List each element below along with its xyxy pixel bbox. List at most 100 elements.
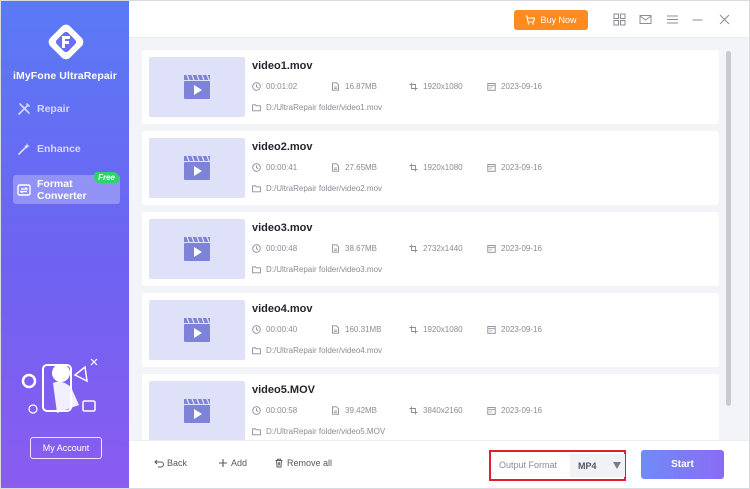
app-name: iMyFone UltraRepair xyxy=(12,70,117,82)
dropdown-arrow-icon xyxy=(613,462,621,469)
mail-icon[interactable] xyxy=(639,13,652,26)
output-format-group: Output Format MP4 xyxy=(489,450,626,481)
sidebar: iMyFone UltraRepair Repair Enhance Forma… xyxy=(1,1,129,488)
file-duration-value: 00:00:40 xyxy=(266,325,298,334)
file-path-value: D:/UltraRepair folder/video5.MOV xyxy=(266,427,386,436)
resolution-icon xyxy=(409,325,418,334)
close-icon[interactable] xyxy=(718,13,731,26)
add-label: Add xyxy=(231,458,248,468)
file-resolution-value: 3840x2160 xyxy=(423,406,463,415)
file-resolution: 1920x1080 xyxy=(409,325,463,334)
file-size-icon xyxy=(332,82,339,91)
video-file-card[interactable]: video2.mov 00:00:41 27.65MB 1920x1080 2023-0… xyxy=(142,131,719,205)
file-size-icon xyxy=(332,244,339,253)
calendar-icon xyxy=(487,326,496,334)
file-duration-value: 00:01:02 xyxy=(266,82,298,91)
video-thumbnail xyxy=(149,219,245,279)
file-size-value: 160.31MB xyxy=(345,325,382,334)
calendar-icon xyxy=(487,407,496,415)
file-name: video5.MOV xyxy=(252,384,315,396)
file-list: video1.mov 00:01:02 16.87MB 1920x1080 2023-0… xyxy=(129,38,749,440)
file-date: 2023-09-16 xyxy=(487,244,542,253)
trash-icon xyxy=(275,458,283,468)
video-thumbnail xyxy=(149,138,245,198)
video-file-card[interactable]: video4.mov 00:00:40 160.31MB 1920x1080 2023-… xyxy=(142,293,719,367)
file-duration: 00:00:40 xyxy=(252,325,297,334)
buy-now-button[interactable]: Buy Now xyxy=(514,10,588,30)
output-format-select[interactable]: MP4 xyxy=(570,454,625,477)
file-duration: 00:01:02 xyxy=(252,82,297,91)
sidebar-item-format-converter[interactable]: Format Converter Free xyxy=(13,172,120,204)
back-button[interactable]: Back xyxy=(154,458,187,468)
plus-icon xyxy=(219,459,227,467)
folder-icon xyxy=(252,347,261,355)
video-thumbnail-icon xyxy=(184,74,210,99)
sidebar-item-label: Enhance xyxy=(37,143,81,155)
file-resolution-value: 1920x1080 xyxy=(423,163,463,172)
calendar-icon xyxy=(487,245,496,253)
video-file-card[interactable]: video1.mov 00:01:02 16.87MB 1920x1080 2023-0… xyxy=(142,50,719,124)
file-size-icon xyxy=(332,325,339,334)
file-name: video3.mov xyxy=(252,222,313,234)
convert-icon xyxy=(17,183,31,196)
resolution-icon xyxy=(409,163,418,172)
free-badge: Free xyxy=(94,172,119,183)
grid-icon[interactable] xyxy=(613,13,626,26)
back-arrow-icon xyxy=(154,459,164,468)
sidebar-item-label: Repair xyxy=(37,103,70,115)
file-resolution-value: 1920x1080 xyxy=(423,325,463,334)
calendar-icon xyxy=(487,164,496,172)
video-thumbnail xyxy=(149,57,245,117)
video-thumbnail xyxy=(149,381,245,440)
minimize-icon[interactable] xyxy=(691,13,704,26)
video-thumbnail-icon xyxy=(184,236,210,261)
start-button[interactable]: Start xyxy=(641,450,724,479)
file-date-value: 2023-09-16 xyxy=(501,406,542,415)
file-size-value: 16.87MB xyxy=(345,82,378,91)
file-size-value: 39.42MB xyxy=(345,406,378,415)
file-path: D:/UltraRepair folder/video2.mov xyxy=(252,184,382,193)
my-account-button[interactable]: My Account xyxy=(30,437,102,459)
scrollbar-thumb[interactable] xyxy=(726,51,731,406)
tools-icon xyxy=(18,103,30,115)
file-path: D:/UltraRepair folder/video4.mov xyxy=(252,346,382,355)
resolution-icon xyxy=(409,406,418,415)
file-duration-value: 00:00:41 xyxy=(266,163,298,172)
resolution-icon xyxy=(409,82,418,91)
file-path-value: D:/UltraRepair folder/video3.mov xyxy=(266,265,383,274)
back-label: Back xyxy=(167,458,188,468)
file-date: 2023-09-16 xyxy=(487,406,542,415)
file-path: D:/UltraRepair folder/video5.MOV xyxy=(252,427,385,436)
clock-icon xyxy=(252,163,261,172)
file-name: video2.mov xyxy=(252,141,313,153)
add-button[interactable]: Add xyxy=(218,458,247,468)
video-file-card[interactable]: video3.mov 00:00:48 38.67MB 2732x1440 2023-0… xyxy=(142,212,719,286)
file-size: 16.87MB xyxy=(331,82,377,91)
remove-all-button[interactable]: Remove all xyxy=(274,458,332,468)
remove-all-label: Remove all xyxy=(287,458,333,468)
calendar-icon xyxy=(487,83,496,91)
video-thumbnail xyxy=(149,300,245,360)
file-name: video4.mov xyxy=(252,303,313,315)
sidebar-item-enhance[interactable]: Enhance xyxy=(13,135,120,163)
file-path-value: D:/UltraRepair folder/video1.mov xyxy=(266,103,383,112)
file-date: 2023-09-16 xyxy=(487,163,542,172)
file-size: 38.67MB xyxy=(331,244,377,253)
buy-now-label: Buy Now xyxy=(540,15,577,25)
file-resolution: 1920x1080 xyxy=(409,163,463,172)
clock-icon xyxy=(252,244,261,253)
file-size-value: 27.65MB xyxy=(345,163,378,172)
menu-icon[interactable] xyxy=(666,13,679,26)
app-logo-icon xyxy=(48,24,84,60)
file-resolution: 1920x1080 xyxy=(409,82,463,91)
sidebar-item-repair[interactable]: Repair xyxy=(13,95,120,123)
video-file-card[interactable]: video5.MOV 00:00:58 39.42MB 3840x2160 2023-0… xyxy=(142,374,719,440)
app-window: iMyFone UltraRepair Repair Enhance Forma… xyxy=(0,0,750,489)
file-date-value: 2023-09-16 xyxy=(501,82,542,91)
file-path-value: D:/UltraRepair folder/video2.mov xyxy=(266,184,383,193)
file-date-value: 2023-09-16 xyxy=(501,244,542,253)
output-format-label: Output Format xyxy=(499,460,558,470)
file-path: D:/UltraRepair folder/video3.mov xyxy=(252,265,382,274)
folder-icon xyxy=(252,104,261,112)
output-format-value: MP4 xyxy=(578,460,597,471)
